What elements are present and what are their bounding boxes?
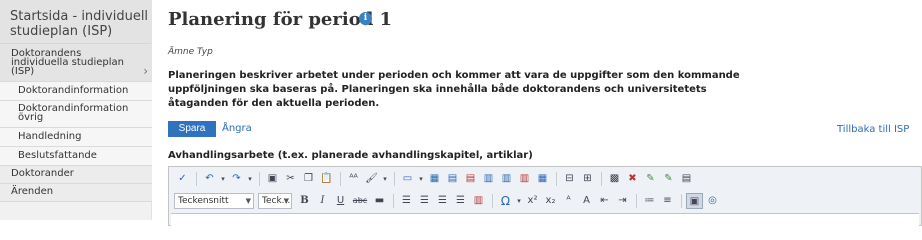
toolbar-separator — [259, 172, 260, 186]
table-column-right-icon[interactable]: ▥ — [498, 171, 515, 187]
sidebar-item-beslutsfattande[interactable]: Beslutsfattande — [0, 147, 152, 166]
edit-icon[interactable]: ✎ — [660, 171, 677, 187]
select-all-icon[interactable]: ▣ — [264, 171, 281, 187]
sidebar-header-label: Startsida - individuell studieplan (ISP) — [10, 9, 149, 39]
toolbar-separator — [636, 194, 637, 208]
sidebar-header[interactable]: Startsida - individuell studieplan (ISP) — [0, 0, 151, 44]
sidebar-item-label: Beslutsfattande — [18, 150, 97, 161]
sidebar-item-arenden[interactable]: Ärenden — [0, 184, 152, 202]
delete-table-icon[interactable]: ✖ — [624, 171, 641, 187]
bold-button[interactable]: B — [296, 193, 313, 209]
editor-toolbar-row-1: ✓ ↶ ▾ ↷ ▾ ▣ ✂ ❐ 📋 ᴬᴬ 🖌 ▾ ▭ ▾ ▦ ▤ ▤ ▥ ▥ ▥… — [169, 168, 696, 190]
chevron-down-icon[interactable]: ▾ — [246, 171, 254, 187]
sidebar-item-label: Doktorandinformation övrig — [18, 103, 129, 123]
subscript-button[interactable]: x₂ — [542, 193, 559, 209]
preview-icon[interactable]: ◎ — [704, 193, 721, 209]
toolbar-separator — [196, 172, 197, 186]
chevron-down-icon: ▼ — [245, 197, 251, 205]
undo-icon[interactable]: ↶ — [201, 171, 218, 187]
table-insert-row-icon[interactable]: ▤ — [444, 171, 461, 187]
underline-button[interactable]: U — [332, 193, 349, 209]
editor-toolbar-row-2: Teckensnitt ▼ Teck... ▼ B I U abc ▬ ☰ ☰ … — [169, 190, 722, 212]
italic-button[interactable]: I — [314, 193, 331, 209]
cell-properties-icon[interactable]: ▩ — [606, 171, 623, 187]
font-size-select[interactable]: Teck... ▼ — [258, 193, 292, 209]
table-delete-row-icon[interactable]: ▤ — [462, 171, 479, 187]
sidebar-item-doktorandinformation[interactable]: Doktorandinformation — [0, 82, 152, 101]
rich-text-editor: ✓ ↶ ▾ ↷ ▾ ▣ ✂ ❐ 📋 ᴬᴬ 🖌 ▾ ▭ ▾ ▦ ▤ ▤ ▥ ▥ ▥… — [168, 166, 922, 227]
toolbar-separator — [681, 194, 682, 208]
copy-icon[interactable]: ❐ — [300, 171, 317, 187]
bullet-list-icon[interactable]: ≡ — [659, 193, 676, 209]
sidebar: Startsida - individuell studieplan (ISP)… — [0, 0, 152, 220]
row-properties-icon[interactable]: ✎ — [642, 171, 659, 187]
subject-type-label: Ämne Typ — [168, 47, 213, 57]
chevron-down-icon[interactable]: ▾ — [515, 193, 523, 209]
paragraph-icon[interactable]: ▭ — [399, 171, 416, 187]
merge-cells-icon[interactable]: ⊟ — [561, 171, 578, 187]
redo-icon[interactable]: ↷ — [228, 171, 245, 187]
chevron-down-icon[interactable]: ▾ — [219, 171, 227, 187]
toolbar-separator — [393, 194, 394, 208]
format-stripper-icon[interactable]: 🖌 — [363, 171, 380, 187]
editor-content-area[interactable] — [171, 213, 919, 227]
find-replace-icon[interactable]: ᴬᴬ — [345, 171, 362, 187]
toggle-view-icon[interactable]: ▣ — [686, 193, 703, 209]
paste-icon[interactable]: 📋 — [318, 171, 335, 187]
numbered-list-icon[interactable]: ≔ — [641, 193, 658, 209]
info-icon[interactable]: i — [359, 12, 372, 25]
toolbar-separator — [492, 194, 493, 208]
undo-link[interactable]: Ångra — [222, 123, 252, 134]
save-button[interactable]: Spara — [168, 121, 216, 137]
toolbar-separator — [601, 172, 602, 186]
table-insert-column-icon[interactable]: ▥ — [480, 171, 497, 187]
sidebar-item-isp[interactable]: Doktorandens individuella studieplan (IS… — [0, 44, 152, 82]
spellcheck-icon[interactable]: ✓ — [174, 171, 191, 187]
font-family-value: Teckensnitt — [178, 196, 229, 206]
toolbar-separator — [556, 172, 557, 186]
strikethrough-button[interactable]: abc — [350, 193, 370, 209]
back-to-isp-link[interactable]: Tillbaka till ISP — [837, 124, 909, 135]
template-icon[interactable]: ▤ — [678, 171, 695, 187]
table-properties-icon[interactable]: ▦ — [534, 171, 551, 187]
sidebar-item-label: Doktorander — [11, 168, 74, 179]
split-cells-icon[interactable]: ⊞ — [579, 171, 596, 187]
chevron-down-icon[interactable]: ▾ — [381, 171, 389, 187]
sidebar-item-doktorander[interactable]: Doktorander — [0, 166, 152, 184]
page-description: Planeringen beskriver arbetet under peri… — [168, 70, 740, 109]
sidebar-item-label: Doktorandinformation — [18, 85, 129, 96]
table-delete-column-icon[interactable]: ▥ — [516, 171, 533, 187]
indent-icon[interactable]: ⇥ — [614, 193, 631, 209]
chevron-right-icon: › — [143, 64, 148, 78]
superscript-button[interactable]: x² — [524, 193, 541, 209]
toolbar-separator — [394, 172, 395, 186]
sidebar-item-label: Handledning — [18, 131, 82, 142]
align-justify-icon[interactable]: ☰ — [452, 193, 469, 209]
special-character-button[interactable]: Ω — [497, 193, 514, 209]
chevron-down-icon: ▼ — [283, 197, 289, 205]
field-label: Avhandlingsarbete (t.ex. planerade avhan… — [168, 150, 533, 161]
cut-icon[interactable]: ✂ — [282, 171, 299, 187]
text-color-icon[interactable]: ▥ — [470, 193, 487, 209]
toolbar-separator — [340, 172, 341, 186]
font-smaller-icon[interactable]: ᴬ — [560, 193, 577, 209]
sidebar-item-label: Doktorandens individuella studieplan (IS… — [11, 48, 124, 77]
align-right-icon[interactable]: ☰ — [434, 193, 451, 209]
outdent-icon[interactable]: ⇤ — [596, 193, 613, 209]
sidebar-item-handledning[interactable]: Handledning — [0, 128, 152, 147]
align-left-icon[interactable]: ☰ — [398, 193, 415, 209]
align-center-icon[interactable]: ☰ — [416, 193, 433, 209]
chevron-down-icon[interactable]: ▾ — [417, 171, 425, 187]
font-larger-icon[interactable]: A — [578, 193, 595, 209]
font-family-select[interactable]: Teckensnitt ▼ — [174, 193, 254, 209]
sidebar-item-doktorandinformation-ovrig[interactable]: Doktorandinformation övrig — [0, 101, 152, 128]
sidebar-item-label: Ärenden — [11, 186, 54, 197]
highlight-icon[interactable]: ▬ — [371, 193, 388, 209]
table-icon[interactable]: ▦ — [426, 171, 443, 187]
